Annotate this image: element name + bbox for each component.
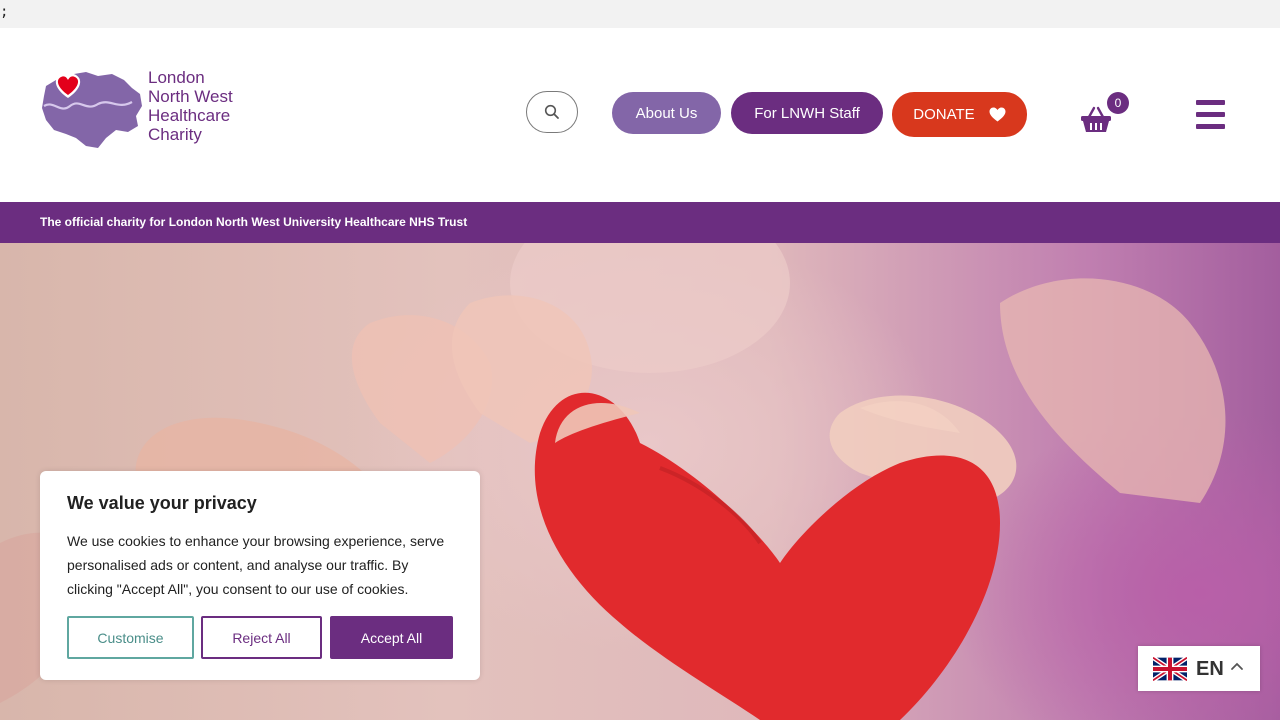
logo-line: Charity: [148, 125, 202, 144]
lnwh-staff-button[interactable]: For LNWH Staff: [731, 92, 883, 134]
logo-line: Healthcare: [148, 106, 231, 125]
basket-count: 0: [1114, 96, 1122, 110]
cookie-title: We value your privacy: [67, 493, 257, 513]
logo-text: London North West Healthcare Charity: [148, 68, 233, 144]
language-switcher[interactable]: EN: [1138, 646, 1260, 691]
reject-all-button[interactable]: Reject All: [201, 616, 322, 659]
customise-button[interactable]: Customise: [67, 616, 194, 659]
accept-all-button[interactable]: Accept All: [330, 616, 453, 659]
cookie-body: We use cookies to enhance your browsing …: [67, 533, 445, 597]
basket-button[interactable]: [1080, 106, 1112, 134]
uk-flag-icon: [1153, 657, 1187, 681]
search-button[interactable]: [526, 91, 578, 133]
accept-all-label: Accept All: [360, 629, 423, 646]
about-us-button[interactable]: About Us: [612, 92, 721, 134]
cookie-banner: We value your privacy We use cookies to …: [40, 471, 480, 680]
basket-icon: [1081, 106, 1111, 132]
top-strip: ;: [0, 0, 1280, 28]
logo-line: London: [148, 68, 205, 87]
language-code: EN: [1196, 658, 1224, 680]
logo[interactable]: London North West Healthcare Charity: [40, 68, 250, 150]
donate-button[interactable]: DONATE: [892, 92, 1027, 137]
hamburger-icon: [1196, 112, 1225, 117]
lnwh-staff-label: For LNWH Staff: [754, 104, 860, 122]
basket-count-badge: 0: [1107, 92, 1129, 114]
heart-map-icon: [42, 72, 142, 148]
heart-icon: [989, 107, 1006, 122]
about-us-label: About Us: [635, 104, 698, 122]
hamburger-icon: [1196, 124, 1225, 129]
reject-all-label: Reject All: [232, 629, 291, 646]
menu-button[interactable]: [1196, 100, 1226, 130]
donate-label: DONATE: [913, 106, 975, 123]
hamburger-icon: [1196, 100, 1225, 105]
customise-label: Customise: [97, 629, 164, 646]
search-icon: [544, 104, 559, 119]
chevron-up-icon: [1231, 662, 1243, 670]
logo-line: North West: [148, 87, 233, 106]
top-strip-text: ;: [0, 4, 9, 20]
tagline-text: The official charity for London North We…: [40, 215, 468, 229]
site-header: London North West Healthcare Charity Abo…: [0, 28, 1280, 202]
tagline-bar: The official charity for London North We…: [0, 202, 1280, 243]
